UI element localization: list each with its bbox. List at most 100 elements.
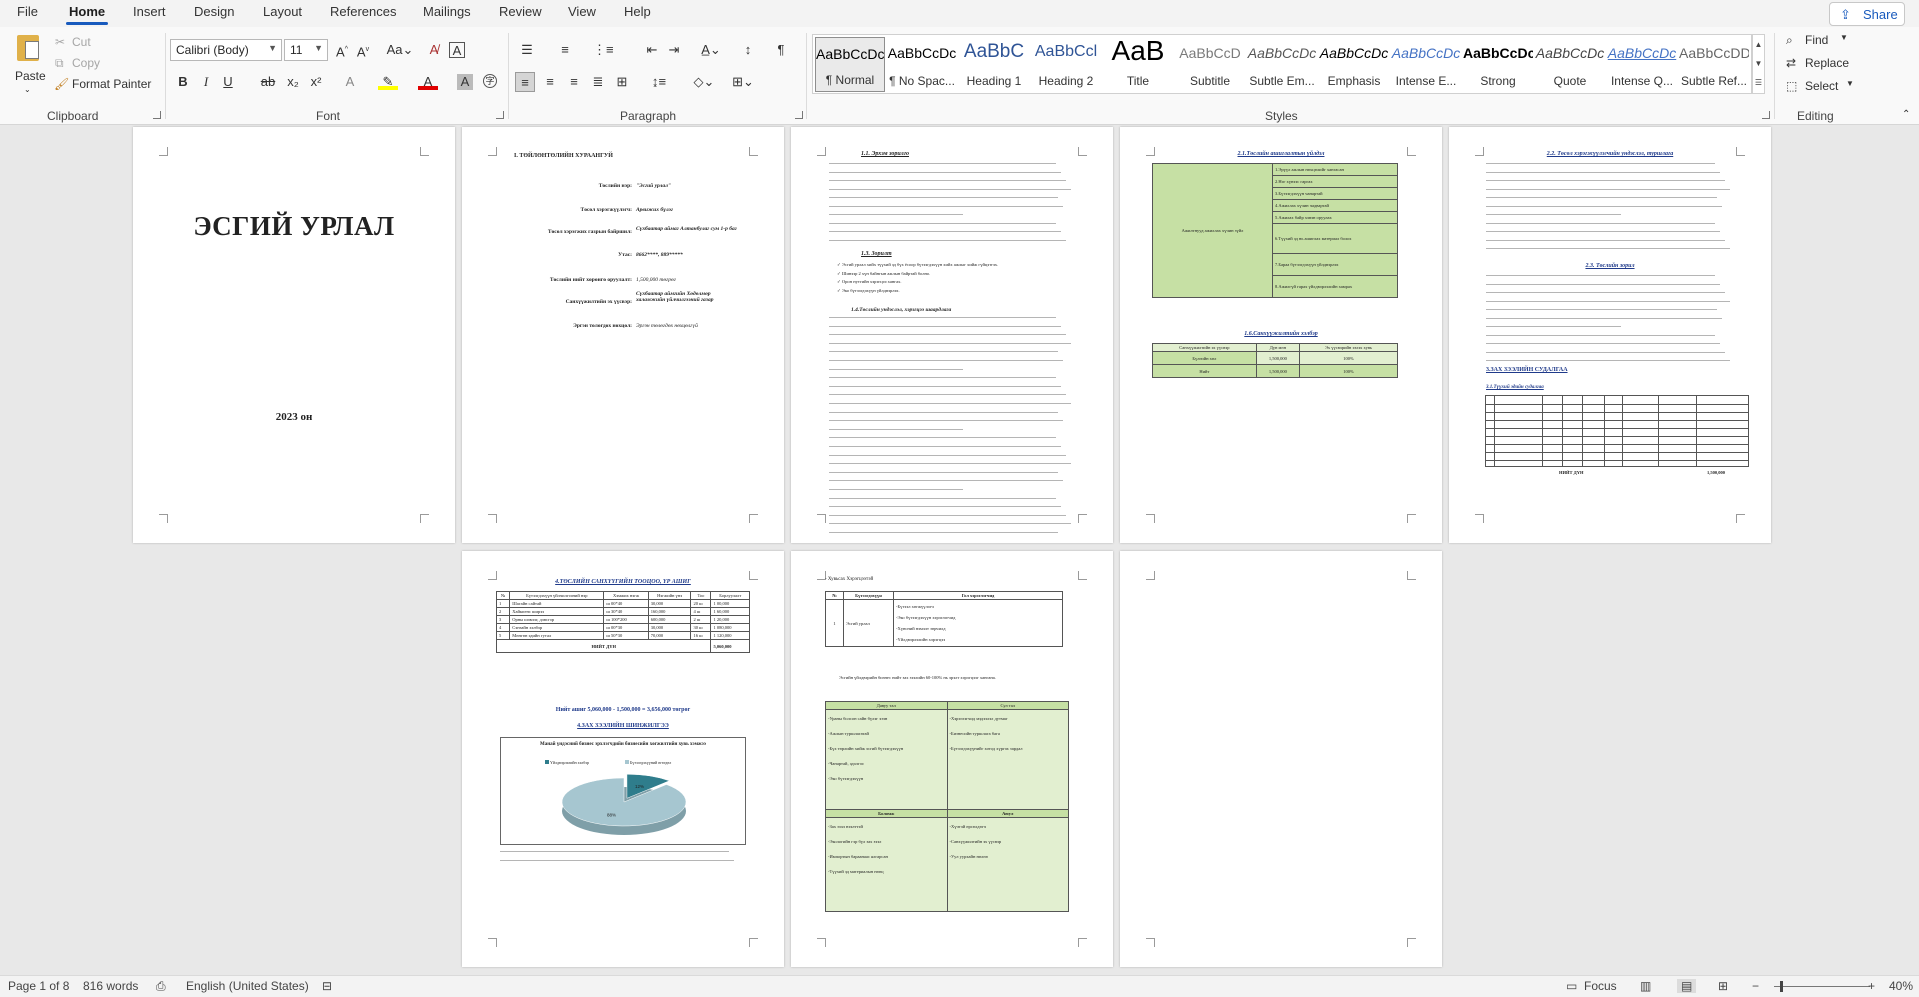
page-3[interactable]: 1.1. Эрхэм зорилго 1.3. Зорилт ✓ Эсгий у… — [791, 127, 1113, 543]
multilevel-list-icon[interactable]: ⋮≡ — [593, 40, 614, 60]
subscript-icon[interactable]: x₂ — [283, 72, 303, 92]
tab-help[interactable]: Help — [621, 4, 654, 19]
page-1[interactable]: ЭСГИЙ УРЛАЛ 2023 он — [133, 127, 455, 543]
font-color-icon[interactable]: A — [418, 72, 438, 90]
tab-file[interactable]: File — [14, 4, 41, 19]
tab-insert[interactable]: Insert — [130, 4, 169, 19]
style-quote[interactable]: AaBbCcDc Quote — [1535, 37, 1605, 92]
text-effects-icon[interactable]: A — [340, 72, 360, 92]
numbering-icon[interactable]: ≡ — [555, 40, 575, 60]
page-4[interactable]: 2.1.Төслийн ашиглалтын үйлдэл Ажилтнууд … — [1120, 127, 1442, 543]
bullets-icon[interactable]: ☰ — [517, 40, 537, 60]
page-7[interactable]: - Хувьсах Хэрэгцээтэй № Бүтээгдэхүүн Гол х… — [791, 551, 1113, 967]
sort-icon[interactable]: ↕ — [738, 40, 758, 60]
shrink-font-icon[interactable]: Av — [353, 40, 373, 60]
style-heading-2[interactable]: AaBbCcl Heading 2 — [1031, 37, 1101, 92]
paragraph-launcher-icon[interactable] — [795, 111, 803, 119]
style-intense-quote[interactable]: AaBbCcDc Intense Q... — [1607, 37, 1677, 92]
paragraph-shading-icon[interactable]: ◇⌄ — [690, 72, 718, 92]
zoom-level[interactable]: 40% — [1889, 979, 1913, 993]
style-subtitle[interactable]: AaBbCcD Subtitle — [1175, 37, 1245, 92]
style-strong[interactable]: AaBbCcDc Strong — [1463, 37, 1533, 92]
zoom-in-icon[interactable]: + — [1868, 979, 1875, 993]
style-subtle-emphasis[interactable]: AaBbCcDc Subtle Em... — [1247, 37, 1317, 92]
line-spacing-icon[interactable]: ↨≡ — [645, 72, 673, 92]
more-styles-icon[interactable]: ☰ — [1753, 73, 1764, 92]
increase-indent-icon[interactable]: ⇥ — [664, 40, 684, 60]
shading-icon[interactable]: A — [457, 74, 473, 90]
styles-gallery-scroll[interactable]: ▲ ▼ ☰ — [1752, 34, 1765, 94]
tab-design[interactable]: Design — [191, 4, 237, 19]
grow-font-icon[interactable]: A^ — [332, 40, 352, 60]
page-2[interactable]: I. ТӨЙЛӨНТӨЛИЙН ХУРААНГУЙ Төслийн нэр: "… — [462, 127, 784, 543]
tab-home[interactable]: Home — [66, 4, 109, 25]
font-size-combo[interactable]: 11 ▼ — [284, 39, 328, 61]
style-no-spacing[interactable]: AaBbCcDc ¶ No Spac... — [887, 37, 957, 92]
align-right-icon[interactable]: ≡ — [564, 72, 584, 92]
proofing-icon[interactable]: ⎙ — [156, 979, 166, 994]
select-button[interactable]: Select — [1805, 79, 1838, 93]
document-canvas[interactable]: ЭСГИЙ УРЛАЛ 2023 он I. ТӨЙЛӨНТӨЛИЙН ХУРА… — [0, 125, 1919, 975]
clear-formatting-icon[interactable]: A̸ — [424, 40, 444, 60]
read-mode-icon[interactable]: ▥ — [1640, 979, 1651, 993]
zoom-slider[interactable] — [1774, 986, 1870, 987]
page-count[interactable]: Page 1 of 8 — [8, 979, 69, 993]
font-name-combo[interactable]: Calibri (Body) ▼ — [170, 39, 282, 61]
enclose-character-icon[interactable]: 字 — [483, 74, 497, 88]
share-button[interactable]: ⇪ Share — [1829, 2, 1905, 26]
replace-button[interactable]: Replace — [1805, 56, 1849, 70]
copy-button[interactable]: Copy — [72, 56, 100, 70]
table-header: Борлуулалт — [710, 591, 750, 600]
decrease-indent-icon[interactable]: ⇤ — [642, 40, 662, 60]
accessibility-icon[interactable]: ⊟ — [322, 979, 332, 993]
web-layout-icon[interactable]: ⊞ — [1718, 979, 1728, 993]
language[interactable]: English (United States) — [186, 979, 309, 993]
zoom-slider-thumb[interactable] — [1780, 981, 1783, 992]
clipboard-launcher-icon[interactable] — [153, 111, 161, 119]
align-center-icon[interactable]: ≡ — [540, 72, 560, 92]
page-6[interactable]: 4.ТӨСЛИЙН САНХҮҮГИЙН ТООЦОО, ҮР АШИГ № Бү… — [462, 551, 784, 967]
format-painter-button[interactable]: Format Painter — [72, 77, 151, 91]
styles-launcher-icon[interactable] — [1762, 111, 1770, 119]
distributed-icon[interactable]: ⊞ — [612, 72, 632, 92]
font-launcher-icon[interactable] — [496, 111, 504, 119]
page-8[interactable] — [1120, 551, 1442, 967]
style-subtle-reference[interactable]: AaBbCcDD Subtle Ref... — [1679, 37, 1749, 92]
tab-layout[interactable]: Layout — [260, 4, 305, 19]
superscript-icon[interactable]: x² — [306, 72, 326, 92]
justify-icon[interactable]: ≣ — [588, 72, 608, 92]
find-button[interactable]: Find — [1805, 33, 1828, 47]
paste-button[interactable]: Paste ⌄ — [8, 33, 50, 94]
zoom-out-icon[interactable]: − — [1752, 979, 1759, 993]
tab-references[interactable]: References — [327, 4, 399, 19]
tab-review[interactable]: Review — [496, 4, 545, 19]
print-layout-icon[interactable]: ▤ — [1677, 979, 1697, 993]
change-case-icon[interactable]: Aa⌄ — [386, 40, 414, 60]
focus-button[interactable]: Focus — [1584, 979, 1617, 993]
borders-icon[interactable]: ⊞⌄ — [729, 72, 757, 92]
asian-layout-icon[interactable]: A̲⌄ — [697, 40, 725, 60]
tab-view[interactable]: View — [565, 4, 599, 19]
tab-mailings[interactable]: Mailings — [420, 4, 474, 19]
cut-button[interactable]: Cut — [72, 35, 91, 49]
align-left-icon[interactable]: ≡ — [515, 72, 535, 92]
style-normal[interactable]: AaBbCcDc ¶ Normal — [815, 37, 885, 92]
highlight-icon[interactable]: ✎ — [378, 72, 398, 90]
style-heading-1[interactable]: AaBbC Heading 1 — [959, 37, 1029, 92]
style-intense-emphasis[interactable]: AaBbCcDc Intense E... — [1391, 37, 1461, 92]
chevron-up-icon[interactable]: ▲ — [1753, 35, 1764, 54]
underline-icon[interactable]: U — [218, 72, 238, 92]
collapse-ribbon-icon[interactable]: ⌃ — [1902, 109, 1910, 120]
strikethrough-icon[interactable]: ab — [258, 72, 278, 92]
italic-icon[interactable]: I — [196, 72, 216, 92]
style-emphasis[interactable]: AaBbCcDc Emphasis — [1319, 37, 1389, 92]
section-heading: 1.6.Санхүүжилтийн хэлбэр — [1244, 331, 1318, 337]
style-title[interactable]: AaB Title — [1103, 37, 1173, 92]
word-count[interactable]: 816 words — [83, 979, 138, 993]
pilcrow-icon[interactable]: ¶ — [771, 40, 791, 60]
text-line — [829, 222, 1056, 224]
chevron-down-icon[interactable]: ▼ — [1753, 54, 1764, 73]
page-5[interactable]: 2.2. Төсөл хэрэгжүүлэгчийн ундэслэл, тур… — [1449, 127, 1771, 543]
bold-icon[interactable]: B — [173, 72, 193, 92]
character-border-icon[interactable]: A — [449, 42, 465, 58]
